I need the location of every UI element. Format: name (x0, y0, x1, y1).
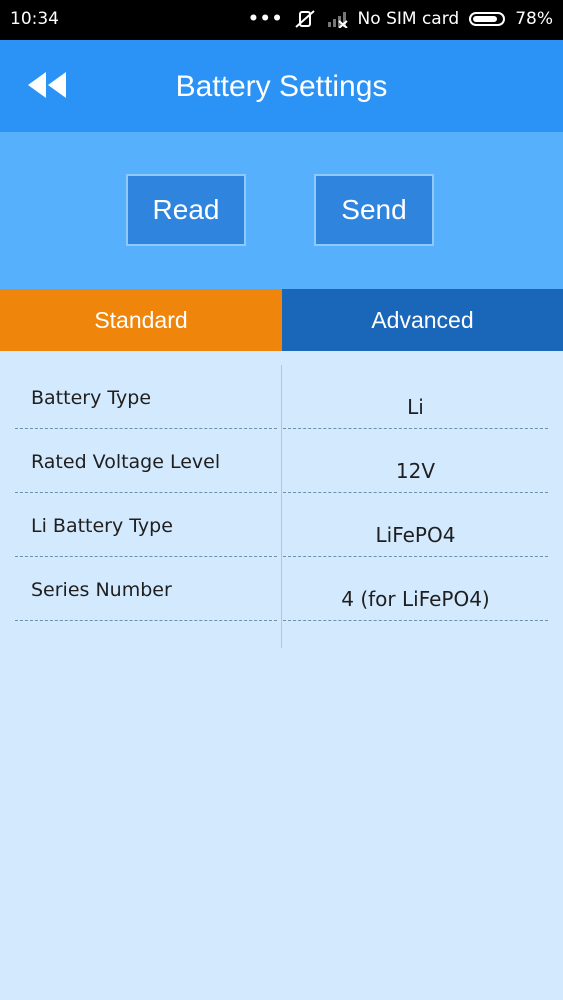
tab-advanced[interactable]: Advanced (282, 289, 563, 351)
notification-dots-icon: ••• (247, 9, 284, 29)
send-button[interactable]: Send (314, 174, 434, 246)
row-divider (283, 620, 548, 621)
carrier-label: No SIM card (357, 9, 460, 29)
vibrate-off-icon (294, 9, 316, 29)
setting-label: Series Number (31, 579, 172, 601)
setting-row-rated-voltage: Rated Voltage Level 12V (15, 429, 548, 493)
setting-row-battery-type: Battery Type Li (15, 365, 548, 429)
tab-standard[interactable]: Standard (0, 289, 282, 351)
setting-value[interactable]: LiFePO4 (283, 523, 548, 547)
battery-percent: 78% (515, 9, 553, 29)
status-time: 10:34 (10, 9, 59, 29)
app-bar: Battery Settings (0, 40, 563, 132)
status-bar: 10:34 ••• No SIM card 78% (0, 0, 563, 40)
setting-value[interactable]: 4 (for LiFePO4) (283, 587, 548, 611)
settings-table: Battery Type Li Rated Voltage Level 12V … (15, 365, 548, 648)
setting-label: Battery Type (31, 387, 152, 409)
battery-icon (469, 12, 506, 26)
setting-row-li-battery-type: Li Battery Type LiFePO4 (15, 493, 548, 557)
setting-label: Li Battery Type (31, 515, 173, 537)
setting-row-series-number: Series Number 4 (for LiFePO4) (15, 557, 548, 621)
status-right-group: ••• No SIM card 78% (248, 9, 553, 29)
settings-tabs: Standard Advanced (0, 289, 563, 351)
read-button[interactable]: Read (126, 174, 246, 246)
action-panel: Read Send (0, 132, 563, 289)
setting-value[interactable]: Li (283, 395, 548, 419)
setting-value[interactable]: 12V (283, 459, 548, 483)
signal-off-icon (326, 10, 348, 28)
row-divider (15, 620, 277, 621)
page-title: Battery Settings (175, 70, 388, 103)
setting-label: Rated Voltage Level (31, 451, 221, 473)
